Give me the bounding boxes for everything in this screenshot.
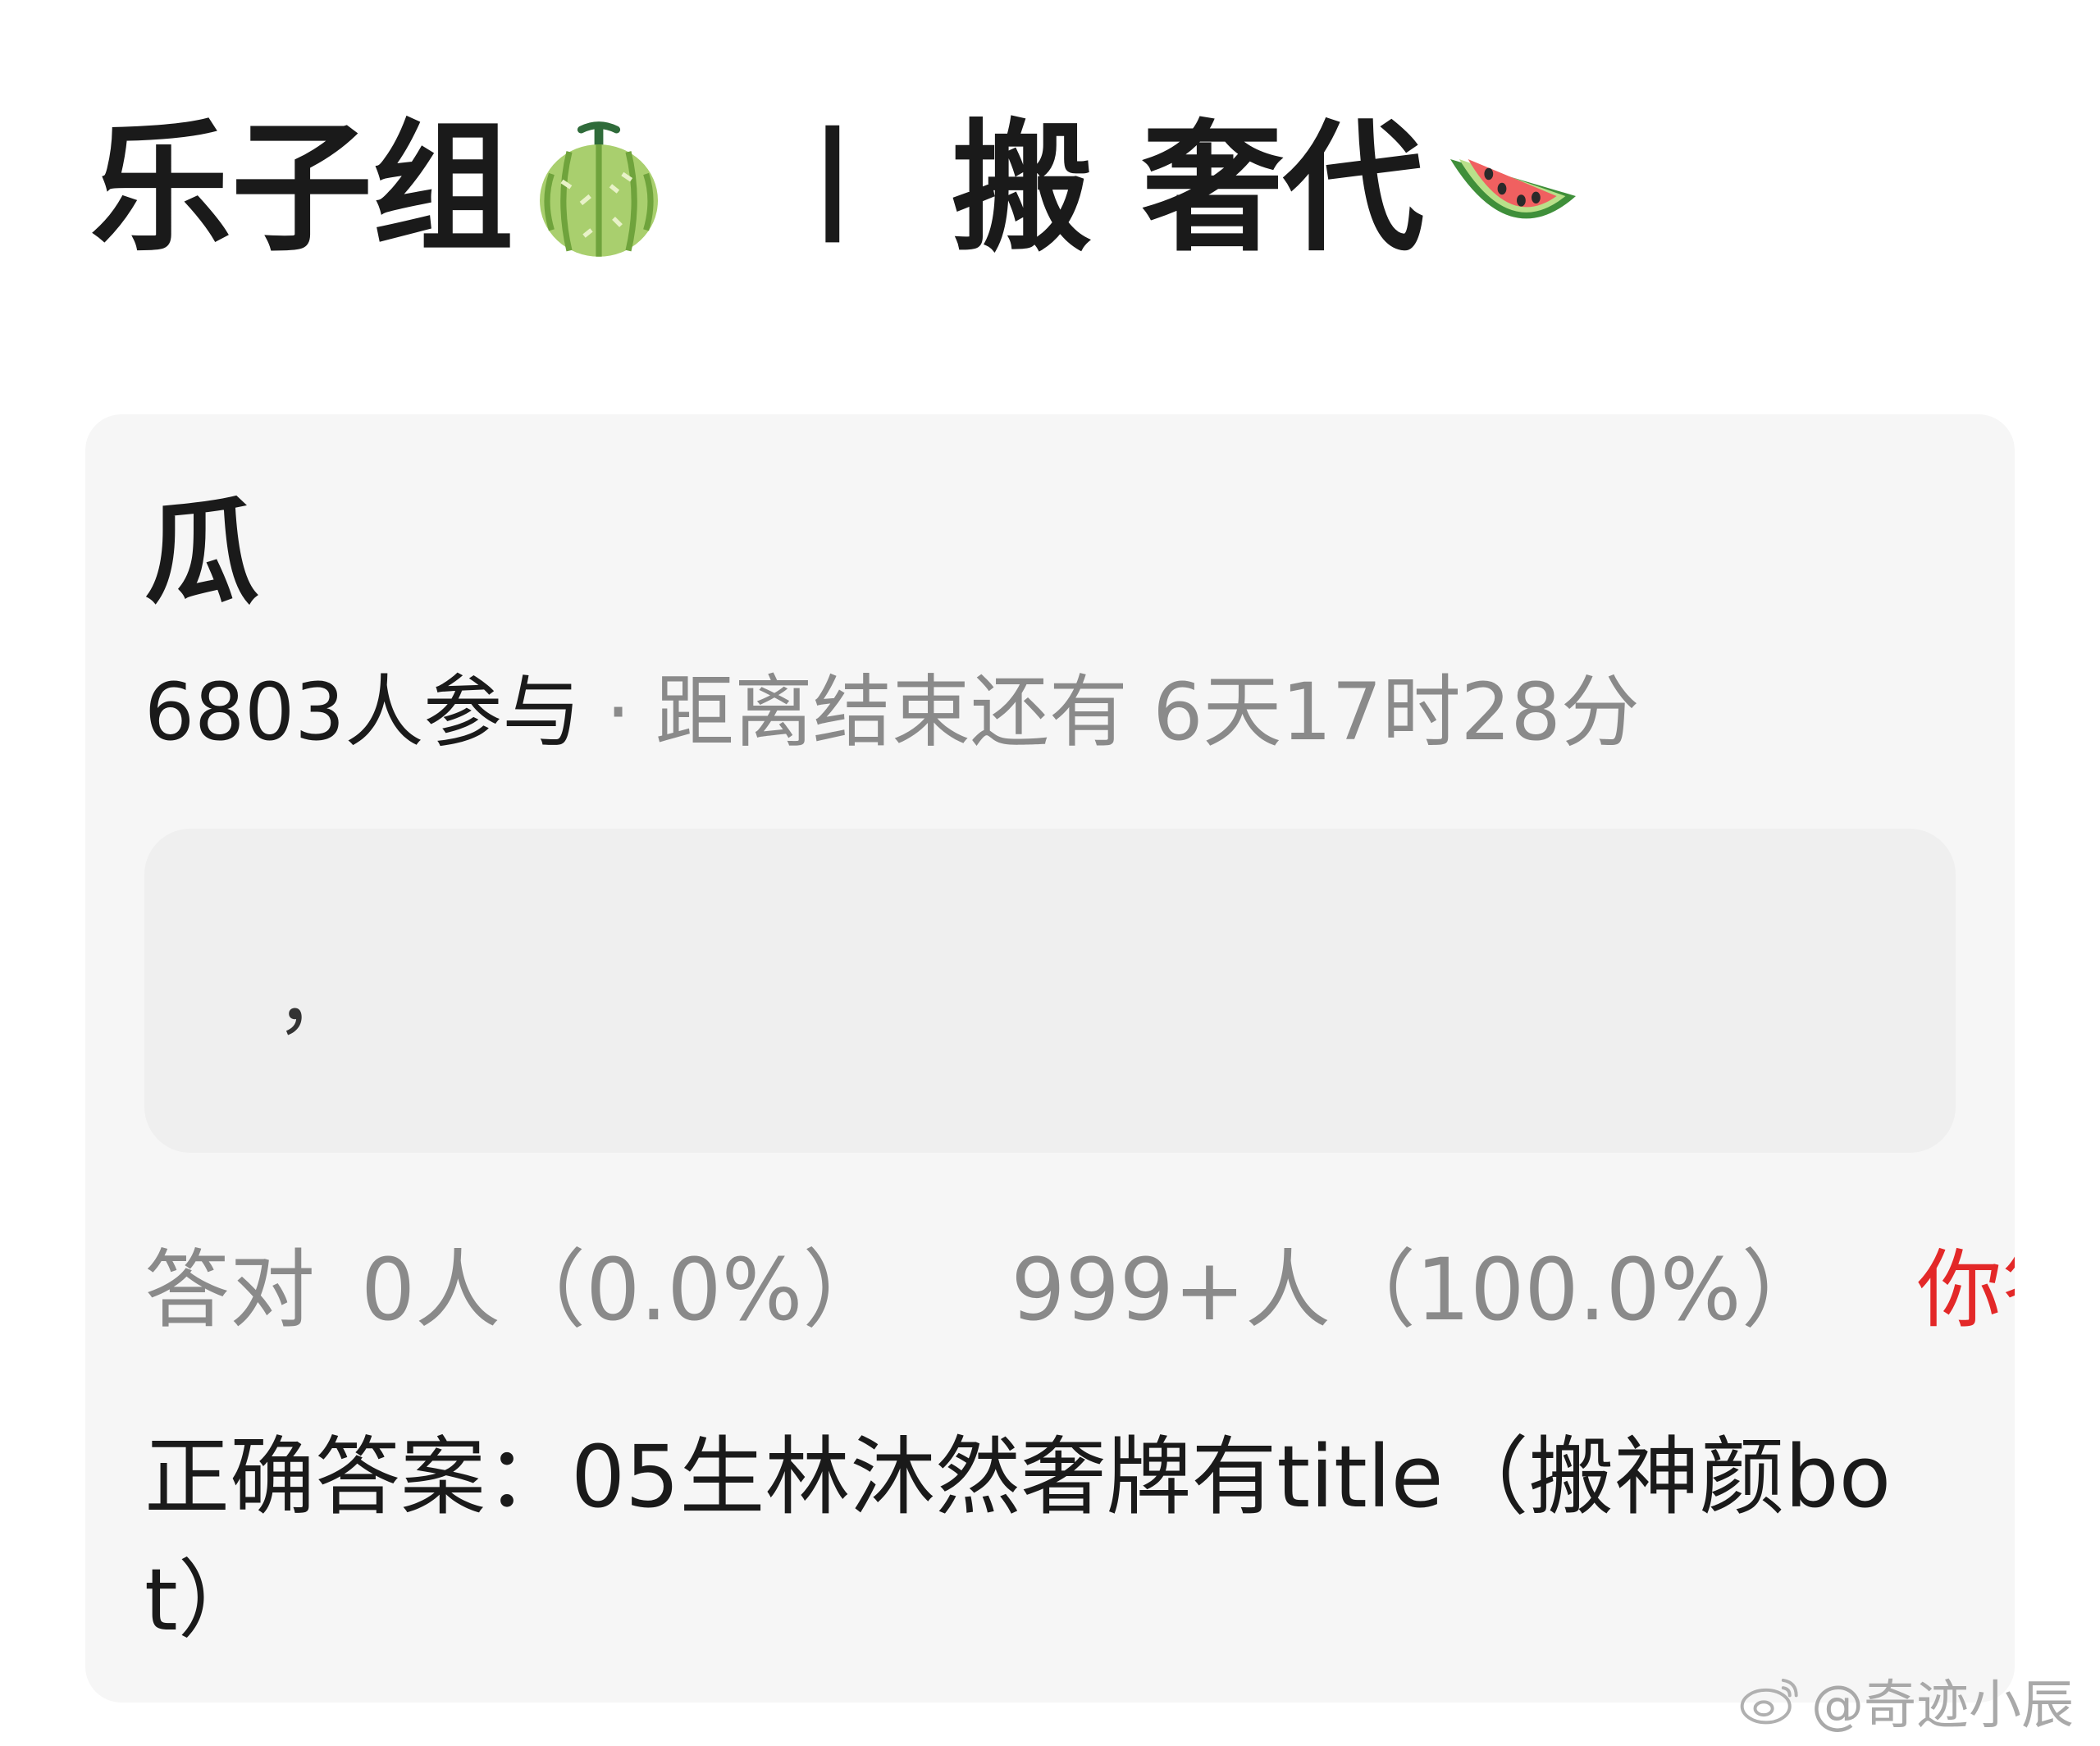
answer-option-text: ， <box>276 953 354 1045</box>
page: 乐子组 丨 搬 奢代 瓜 6803人参与·距离结束还有 6天17时28分 ， <box>0 0 2100 1746</box>
group-name: 乐子组 <box>90 106 514 271</box>
participant-count: 6803人参与 <box>144 666 582 758</box>
your-result-badge: 你答错了 <box>1916 1240 2015 1340</box>
topic-header: 乐子组 丨 搬 奢代 <box>90 107 1583 271</box>
watermark-text: @奇迹小辰 <box>1811 1675 2074 1736</box>
melon-icon <box>540 121 658 257</box>
weibo-icon <box>1740 1678 1798 1725</box>
answer-option-box[interactable]: ， <box>144 829 1956 1153</box>
result-stats: 答对0人（0.0%）999+人（100.0%）你答错了 <box>144 1247 2015 1332</box>
countdown-text: 距离结束还有 6天17时28分 <box>655 666 1640 758</box>
topic-name: 搬 奢代 <box>952 106 1424 271</box>
correct-label: 答对 <box>144 1240 316 1340</box>
correct-answer-text: 正确答案：05生林沐然奢牌有title（搬神颜bot） <box>144 1427 1892 1650</box>
quiz-meta: 6803人参与 · 距离结束还有 6天17时28分 <box>144 673 1640 752</box>
wrong-count: 999+人（100.0%） <box>1011 1240 1827 1340</box>
correct-count: 0人（0.0%） <box>361 1240 888 1340</box>
quiz-title: 瓜 <box>144 487 260 620</box>
quiz-card: 瓜 6803人参与 · 距离结束还有 6天17时28分 ， 答对 0人（0.0%） 99… <box>85 414 2015 1703</box>
header-separator: 丨 <box>771 117 895 260</box>
meta-dot: · <box>605 666 631 758</box>
watermark: @奇迹小辰 <box>1737 1664 2074 1738</box>
watermelon-icon <box>1449 159 1576 219</box>
